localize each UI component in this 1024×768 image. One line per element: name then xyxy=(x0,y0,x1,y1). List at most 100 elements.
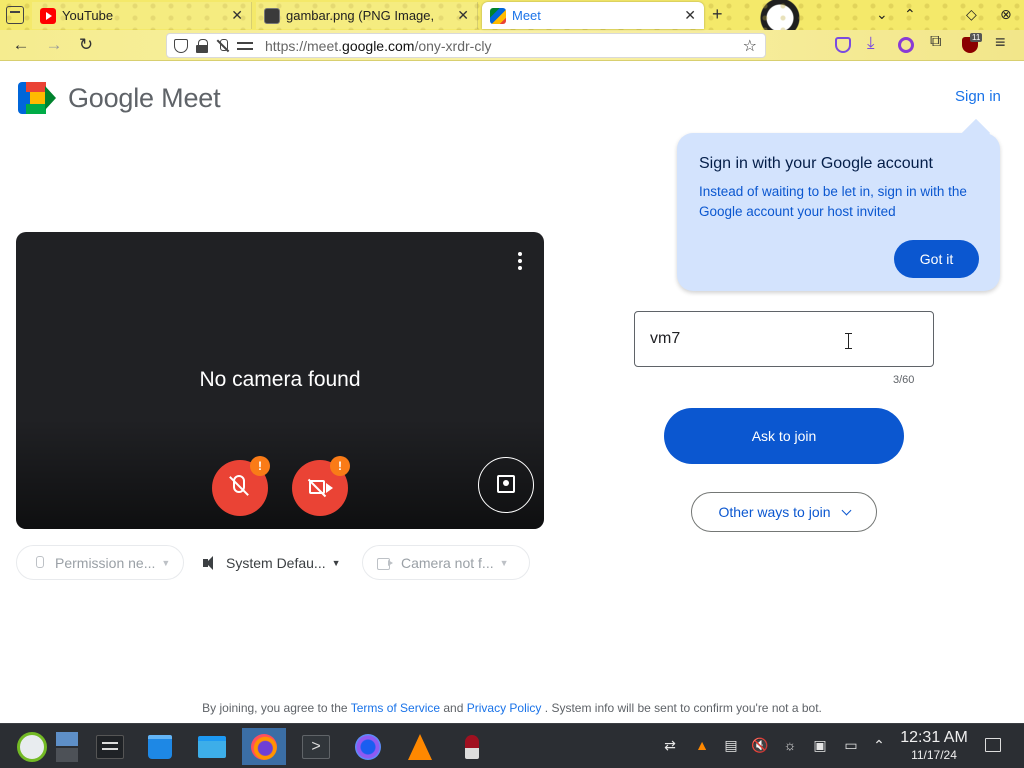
tab-image[interactable]: gambar.png (PNG Image, ✕ xyxy=(256,2,478,29)
meet-icon xyxy=(490,7,506,24)
firefox-icon xyxy=(251,733,277,760)
video-preview: No camera found ! ! xyxy=(16,232,544,529)
privacy-policy-link[interactable]: Privacy Policy xyxy=(467,701,542,715)
task-firefox[interactable] xyxy=(242,728,286,765)
pager-icon xyxy=(56,731,78,762)
account-icon[interactable] xyxy=(898,37,914,53)
visual-effects-button[interactable] xyxy=(478,457,534,513)
digital-clock[interactable]: 12:31 AM 11/17/24 xyxy=(897,729,971,762)
pocket-icon[interactable] xyxy=(835,37,851,53)
other-ways-to-join-button[interactable]: Other ways to join xyxy=(691,492,877,532)
task-konsole[interactable]: > xyxy=(294,728,338,765)
show-desktop-icon[interactable] xyxy=(985,738,1001,752)
extensions-icon[interactable] xyxy=(930,33,946,53)
brightness-icon[interactable]: ☼ xyxy=(781,737,799,755)
reload-icon[interactable]: ↻ xyxy=(75,35,97,55)
name-input-value[interactable]: vm7 xyxy=(650,330,680,348)
task-discover[interactable] xyxy=(138,728,182,765)
vlc-icon xyxy=(408,733,432,760)
downloads-icon[interactable] xyxy=(866,33,882,53)
character-counter: 3/60 xyxy=(893,374,915,386)
browser-tab-bar: YouTube ✕ gambar.png (PNG Image, ✕ Meet … xyxy=(0,0,1024,30)
bookmark-star-icon[interactable]: ☆ xyxy=(743,36,757,56)
virtual-desktop-pager[interactable] xyxy=(48,728,86,765)
logo-text: Google Meet xyxy=(68,82,221,113)
footer-suffix: . System info will be sent to confirm yo… xyxy=(541,701,822,715)
sign-in-link[interactable]: Sign in xyxy=(955,88,1001,105)
callout-title: Sign in with your Google account xyxy=(699,155,933,172)
camera-warning-badge: ! xyxy=(330,456,350,476)
camera-label: Camera not f... xyxy=(401,554,494,571)
task-dolphin[interactable] xyxy=(190,728,234,765)
text-cursor-icon xyxy=(845,333,854,349)
lock-icon[interactable] xyxy=(195,38,209,53)
name-input[interactable]: vm7 xyxy=(634,311,934,367)
kde-connect-icon[interactable]: ⇄ xyxy=(661,737,679,755)
google-meet-logo[interactable]: Google Meet xyxy=(18,82,221,114)
browser-nav-bar: ← → ↻ https://meet.google.com/ony-xrdr-c… xyxy=(0,30,1024,61)
ask-to-join-button[interactable]: Ask to join xyxy=(664,408,904,464)
file-manager-icon xyxy=(198,735,226,758)
wine-glass-icon xyxy=(465,734,479,759)
forward-icon[interactable]: → xyxy=(43,35,65,55)
network-icon[interactable]: ▭ xyxy=(842,737,860,755)
opensuse-icon xyxy=(17,731,47,762)
terms-of-service-link[interactable]: Terms of Service xyxy=(351,701,440,715)
terms-footer: By joining, you agree to the Terms of Se… xyxy=(0,701,1024,715)
tab-list-icon[interactable] xyxy=(6,6,24,24)
dropdown-caret-icon: ▼ xyxy=(499,557,509,568)
other-ways-label: Other ways to join xyxy=(718,504,831,520)
back-icon[interactable]: ← xyxy=(10,35,32,55)
vlc-tray-icon[interactable]: ▲ xyxy=(693,737,711,755)
tab-title: gambar.png (PNG Image, xyxy=(286,8,435,23)
volume-muted-icon[interactable]: 🔇 xyxy=(751,737,769,755)
close-window-icon[interactable]: ⊗ xyxy=(1000,6,1012,23)
microphone-label: Permission ne... xyxy=(55,554,156,571)
footer-prefix: By joining, you agree to the xyxy=(202,701,351,715)
footer-and: and xyxy=(440,701,467,715)
new-tab-icon[interactable]: + xyxy=(712,4,723,25)
speaker-select[interactable]: System Defau... ▼ xyxy=(188,545,358,580)
storage-icon[interactable]: ▣ xyxy=(811,737,829,755)
mic-off-icon xyxy=(233,475,245,493)
close-tab-icon[interactable]: ✕ xyxy=(231,7,243,24)
task-firefox-dev[interactable] xyxy=(346,728,390,765)
mic-blocked-icon[interactable] xyxy=(216,38,230,53)
image-icon xyxy=(264,7,280,24)
task-vlc[interactable] xyxy=(398,728,442,765)
camera-toggle-button[interactable]: ! xyxy=(292,456,350,516)
permissions-icon[interactable] xyxy=(237,39,255,53)
meet-logo-icon xyxy=(18,82,56,114)
got-it-button[interactable]: Got it xyxy=(894,240,979,278)
maximize-icon[interactable]: ◇ xyxy=(966,6,977,23)
no-camera-message: No camera found xyxy=(199,368,361,391)
microphone-icon xyxy=(31,555,47,571)
visual-effects-icon xyxy=(497,475,515,493)
more-options-icon[interactable] xyxy=(516,252,524,272)
speaker-label: System Defau... xyxy=(226,554,326,571)
hamburger-menu-icon[interactable] xyxy=(994,32,1010,53)
tab-title: YouTube xyxy=(62,8,114,23)
camera-select[interactable]: Camera not f... ▼ xyxy=(362,545,530,580)
microphone-toggle-button[interactable]: ! xyxy=(212,456,270,516)
tab-meet[interactable]: Meet ✕ xyxy=(482,2,704,29)
task-wine[interactable] xyxy=(450,728,494,765)
url-text[interactable]: https://meet.google.com/ony-xrdr-cly xyxy=(265,38,491,54)
mic-warning-badge: ! xyxy=(250,456,270,476)
youtube-icon xyxy=(40,7,56,24)
close-tab-icon[interactable]: ✕ xyxy=(457,7,469,24)
tab-youtube[interactable]: YouTube ✕ xyxy=(32,2,252,29)
minimize-icon[interactable]: ⌄ xyxy=(876,6,888,23)
dropdown-caret-icon: ▼ xyxy=(331,557,341,568)
tray-expand-icon[interactable]: ⌃ xyxy=(870,737,888,755)
microphone-select[interactable]: Permission ne... ▼ xyxy=(16,545,184,580)
task-system-settings[interactable] xyxy=(88,728,132,765)
callout-body: Instead of waiting to be let in, sign in… xyxy=(699,184,967,219)
shield-icon[interactable] xyxy=(174,38,188,53)
list-all-tabs-icon[interactable]: ⌃ xyxy=(904,6,916,23)
address-bar[interactable]: https://meet.google.com/ony-xrdr-cly ☆ xyxy=(166,33,766,58)
close-tab-icon[interactable]: ✕ xyxy=(684,7,696,24)
clipboard-icon[interactable]: ▤ xyxy=(722,737,740,755)
clock-time: 12:31 AM xyxy=(900,729,968,746)
speaker-icon xyxy=(202,555,218,571)
